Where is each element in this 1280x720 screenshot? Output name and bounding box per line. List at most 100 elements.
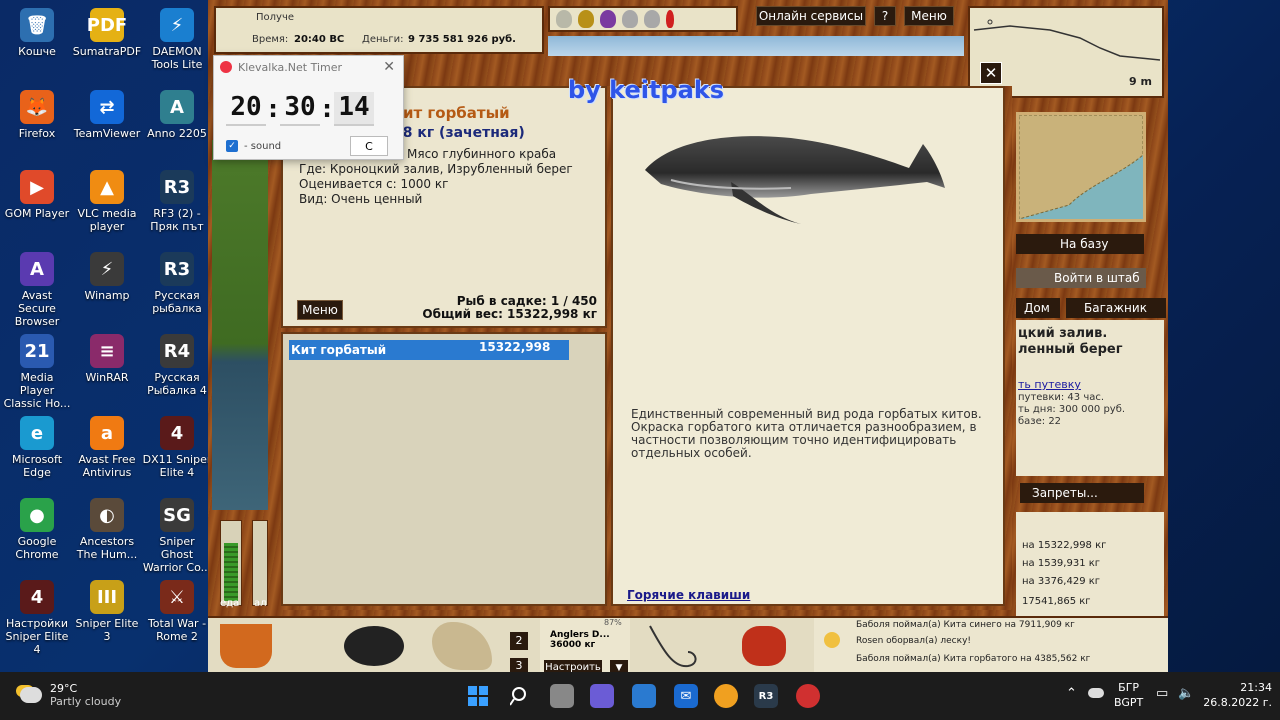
rated-info: Оценивается с: 1000 кг [299, 177, 449, 191]
desktop-icon-label: Кошче [18, 45, 56, 58]
desktop-icon[interactable]: SG Sniper Ghost Warrior Co... [142, 498, 212, 574]
desktop-icon[interactable]: R3 Русская рыбалка [142, 252, 212, 315]
language-indicator[interactable]: БГР BGPT [1114, 680, 1143, 710]
clock[interactable]: 21:34 26.8.2022 г. [1202, 680, 1272, 710]
slot-3[interactable]: 3 [510, 658, 528, 672]
partly-cloudy-icon [20, 687, 42, 703]
display-icon[interactable]: ▭ [1156, 686, 1168, 701]
desktop-icon[interactable]: 🦊 Firefox [2, 90, 72, 140]
trunk-button[interactable]: Багажник [1066, 298, 1166, 318]
sound-checkbox[interactable]: ✓ [226, 140, 238, 152]
voucher-price: ть дня: 300 000 руб. [1018, 404, 1126, 415]
desktop-icon[interactable]: 🗑 Кошче [2, 8, 72, 58]
desktop-icon[interactable]: R3 RF3 (2) - Пряк път [142, 170, 212, 233]
potion-icon[interactable] [578, 10, 594, 28]
desktop-icon[interactable]: ◐ Ancestors The Hum... [72, 498, 142, 561]
catch-weight: 15322,998 [479, 340, 551, 354]
rf3-icon[interactable]: R3 [754, 684, 778, 708]
desktop-icon[interactable]: ⇄ TeamViewer [72, 90, 142, 140]
online-services-button[interactable]: Онлайн сервисы [756, 6, 866, 26]
cloud-icon[interactable] [1088, 688, 1104, 698]
search-icon[interactable] [508, 684, 532, 708]
desktop-icon[interactable]: III Sniper Elite 3 [72, 580, 142, 643]
desktop-icon[interactable]: ⚔ Total War - Rome 2 [142, 580, 212, 643]
weather-widget[interactable]: 29°C Partly cloudy [20, 682, 121, 708]
game-menu-button[interactable]: Меню [904, 6, 954, 26]
slot-2[interactable]: 2 [510, 632, 528, 650]
location-map[interactable] [1016, 112, 1146, 222]
alcohol-meter [252, 520, 268, 606]
desktop-icon[interactable]: R4 Русская Рыбалка 4 [142, 334, 212, 397]
mail-icon[interactable]: ✉ [674, 684, 698, 708]
potion-icon[interactable] [666, 10, 674, 28]
pot-icon[interactable] [344, 626, 404, 666]
start-icon[interactable] [466, 684, 490, 708]
desktop-icon-label: Total War - Rome 2 [147, 617, 207, 643]
desktop-icon[interactable]: 4 Настройки Sniper Elite 4 [2, 580, 72, 656]
enter-hq-button[interactable]: Войти в штаб [1016, 268, 1146, 288]
bucket-icon[interactable] [220, 624, 272, 668]
to-base-button[interactable]: На базу [1016, 234, 1144, 254]
desktop-icon[interactable]: 4 DX11 Sniper Elite 4 [142, 416, 212, 479]
emoji-icon[interactable] [824, 632, 840, 648]
keepnet-list: Кит горбатый 15322,998 [281, 332, 607, 606]
dropdown-icon[interactable]: ▼ [610, 660, 628, 672]
potion-icon[interactable] [622, 10, 638, 28]
desktop-icon[interactable]: PDF SumatraPDF [72, 8, 142, 58]
hook-icon[interactable] [644, 622, 704, 670]
teams-icon[interactable] [590, 684, 614, 708]
desktop-icon[interactable]: A Avast Secure Browser [2, 252, 72, 328]
timer-clear-button[interactable]: C [350, 136, 388, 156]
potion-icon[interactable] [600, 10, 616, 28]
configure-button[interactable]: Настроить [544, 660, 602, 672]
crab-bait-icon[interactable] [742, 626, 786, 666]
bait-info: Мясо глубинного краба [407, 147, 557, 161]
fish-weight: 98 кг (зачетная) [393, 125, 525, 141]
hotkeys-link[interactable]: Горячие клавиши [627, 588, 750, 602]
app-icon: 🗑 [20, 8, 54, 42]
timer-titlebar[interactable]: Klevalka.Net Timer [214, 56, 403, 78]
home-button[interactable]: Дом [1016, 298, 1060, 318]
bottom-bar: 2 3 Anglers D... 36000 кг 87% Настроить … [208, 616, 1168, 672]
desktop-icon[interactable]: ● Google Chrome [2, 498, 72, 561]
bait-sack-icon[interactable] [432, 622, 492, 670]
timer-window: Klevalka.Net Timer ✕ 20 : 30 : 14 ✓ - so… [213, 55, 404, 160]
sound-option[interactable]: ✓ - sound [226, 140, 281, 152]
dialog-menu-button[interactable]: Меню [297, 300, 343, 320]
help-button[interactable]: ? [874, 6, 896, 26]
catch-name: Кит горбатый [291, 343, 387, 357]
desktop-icon-label: Microsoft Edge [11, 453, 63, 479]
app-icon: ⚡ [90, 252, 124, 286]
desktop-icon[interactable]: a Avast Free Antivirus [72, 416, 142, 479]
timer-app-taskbar-icon[interactable] [796, 684, 820, 708]
task-view-icon[interactable] [550, 684, 574, 708]
desktop-icon-label: Ancestors The Hum... [76, 535, 138, 561]
desktop-icon-label: Sniper Ghost Warrior Co... [142, 535, 212, 574]
list-item[interactable]: Кит горбатый 15322,998 [289, 340, 569, 360]
taskbar: 29°C Partly cloudy ✉ R3 ⌃ БГР BGPT ▭ 🔈 2… [0, 672, 1280, 720]
desktop-icon[interactable]: e Microsoft Edge [2, 416, 72, 479]
browser-icon[interactable] [714, 684, 738, 708]
timer-close-button[interactable]: ✕ [383, 59, 395, 75]
dialog-close-button[interactable]: ✕ [980, 62, 1002, 84]
potion-icon[interactable] [556, 10, 572, 28]
volume-icon[interactable]: 🔈 [1178, 686, 1194, 701]
desktop-icon[interactable]: ≡ WinRAR [72, 334, 142, 384]
buy-voucher-link[interactable]: ть путевку [1018, 378, 1081, 391]
timer-hours[interactable]: 20 [226, 92, 266, 126]
store-icon[interactable] [632, 684, 656, 708]
received-label: Получе [256, 12, 295, 23]
desktop-icon[interactable]: 21 Media Player Classic Ho... [2, 334, 72, 410]
chat-line: Rosen оборвал(а) леску! [856, 636, 972, 646]
timer-minutes[interactable]: 30 [280, 92, 320, 126]
desktop-icon[interactable]: ▶ GOM Player [2, 170, 72, 220]
show-hidden-icons[interactable]: ⌃ [1066, 686, 1077, 701]
desktop-icon[interactable]: ⚡ DAEMON Tools Lite [142, 8, 212, 71]
desktop-icon[interactable]: ▲ VLC media player [72, 170, 142, 233]
potion-icon[interactable] [644, 10, 660, 28]
desktop-icon[interactable]: A Anno 2205 [142, 90, 212, 140]
timer-seconds[interactable]: 14 [334, 92, 374, 126]
app-icon: PDF [87, 8, 127, 42]
bans-button[interactable]: Запреты... [1020, 483, 1144, 503]
desktop-icon[interactable]: ⚡ Winamp [72, 252, 142, 302]
